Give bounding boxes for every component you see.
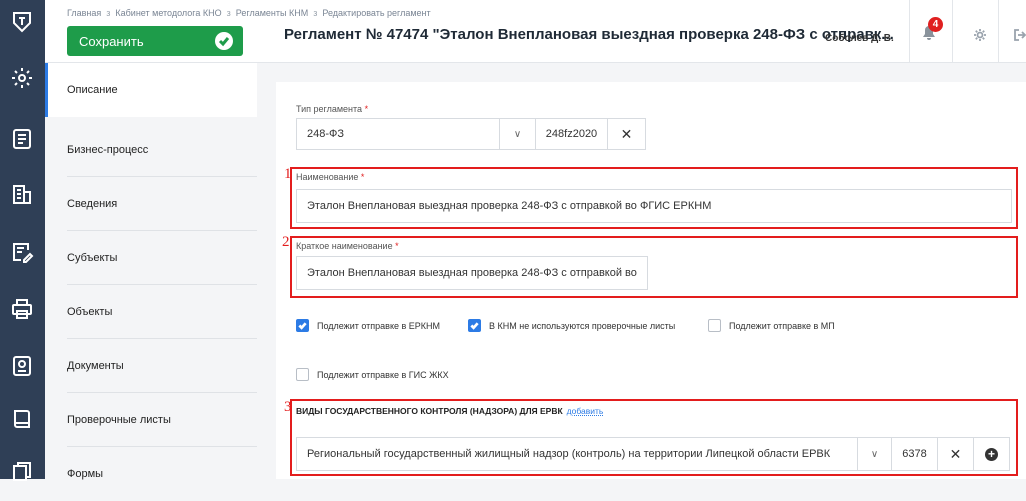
user-name[interactable]: Соболев Д. В. (825, 33, 894, 44)
nav-item-label: Формы (67, 468, 104, 480)
divider (998, 0, 999, 62)
checkbox-checked-icon[interactable] (468, 319, 481, 332)
add-link[interactable]: добавить (567, 406, 604, 416)
logout-icon[interactable] (1013, 28, 1026, 42)
type-code-field[interactable]: 248fz2020 (536, 118, 608, 150)
checkbox-checked-icon[interactable] (296, 319, 309, 332)
short-name-label: Краткое наименование * (296, 241, 399, 251)
clear-type-button[interactable]: ✕ (608, 118, 646, 150)
chevron-down-icon[interactable]: ∨ (500, 118, 536, 150)
breadcrumb-item: Редактировать регламент (322, 8, 431, 18)
nav-item-label: Документы (67, 360, 124, 372)
nav-item-checklists[interactable]: Проверочные листы (45, 393, 257, 447)
save-button[interactable]: Сохранить (67, 26, 243, 56)
page-title: Регламент № 47474 "Эталон Внеплановая вы… (284, 26, 894, 43)
annotation-number: 2 (282, 234, 290, 250)
logo-shield-icon[interactable] (8, 8, 36, 36)
plus-circle-icon: + (985, 447, 998, 461)
nav-item-label: Объекты (67, 306, 113, 318)
breadcrumb-separator: з (106, 8, 111, 18)
checkbox-label: Подлежит отправке в ГИС ЖКХ (317, 369, 449, 380)
nav-item-label: Проверочные листы (67, 414, 171, 426)
breadcrumb-item[interactable]: Регламенты КНМ (236, 8, 308, 18)
control-types-section-title: ВИДЫ ГОСУДАРСТВЕННОГО КОНТРОЛЯ (НАДЗОРА)… (296, 406, 604, 416)
checkbox-label: Подлежит отправке в ЕРКНМ (317, 320, 441, 331)
checkbox-unchecked-icon[interactable] (708, 319, 721, 332)
files-icon[interactable] (8, 458, 36, 486)
printer-icon[interactable] (8, 295, 36, 323)
checkbox-send-mp[interactable]: Подлежит отправке в МП (708, 319, 835, 332)
chevron-down-icon[interactable]: ∨ (858, 437, 892, 471)
divider (909, 0, 910, 62)
checkbox-send-erknm[interactable]: Подлежит отправке в ЕРКНМ (296, 319, 440, 332)
check-icon (215, 32, 233, 50)
breadcrumb-separator: з (313, 8, 318, 18)
clear-control-button[interactable]: ✕ (938, 437, 974, 471)
short-name-field[interactable]: Эталон Внеплановая выездная проверка 248… (296, 256, 648, 290)
checkbox-unchecked-icon[interactable] (296, 368, 309, 381)
breadcrumb-item[interactable]: Кабинет методолога КНО (115, 8, 221, 18)
building-icon[interactable] (8, 180, 36, 208)
nav-item-forms[interactable]: Формы (45, 447, 257, 501)
nav-item-business-process[interactable]: Бизнес-процесс (45, 123, 257, 177)
save-label: Сохранить (79, 33, 144, 49)
divider (952, 0, 953, 62)
nav-item-label: Описание (67, 84, 118, 96)
report-icon[interactable] (8, 352, 36, 380)
checkbox-no-checklists[interactable]: В КНМ не используются проверочные листы (468, 319, 675, 332)
notifications-button[interactable]: 4 (921, 17, 943, 45)
checklist-edit-icon[interactable] (8, 238, 36, 266)
control-code-field[interactable]: 6378 (892, 437, 938, 471)
nav-item-subjects[interactable]: Субъекты (45, 231, 257, 285)
notification-badge: 4 (928, 17, 943, 32)
nav-item-label: Субъекты (67, 252, 118, 264)
add-control-button[interactable]: + (974, 437, 1010, 471)
breadcrumb-separator: з (226, 8, 231, 18)
settings-icon[interactable] (8, 64, 36, 92)
gear-icon[interactable] (973, 28, 987, 42)
name-field[interactable]: Эталон Внеплановая выездная проверка 248… (296, 189, 1012, 223)
section-nav: Описание Бизнес-процесс Сведения Субъект… (45, 63, 257, 480)
checkbox-label: В КНМ не используются проверочные листы (489, 320, 676, 331)
nav-item-description[interactable]: Описание (45, 63, 257, 117)
icon-rail (0, 0, 45, 481)
type-select[interactable]: 248-ФЗ (296, 118, 500, 150)
nav-item-label: Бизнес-процесс (67, 144, 149, 156)
breadcrumb: Главная з Кабинет методолога КНО з Регламент… (67, 8, 431, 18)
checkbox-label: Подлежит отправке в МП (729, 320, 835, 331)
top-bar: Главная з Кабинет методолога КНО з Регламент… (45, 0, 1026, 63)
checkbox-send-gis-zhkh[interactable]: Подлежит отправке в ГИС ЖКХ (296, 368, 449, 381)
control-type-select[interactable]: Региональный государственный жилищный на… (296, 437, 858, 471)
breadcrumb-item[interactable]: Главная (67, 8, 101, 18)
type-label: Тип регламента * (296, 104, 369, 114)
document-icon[interactable] (8, 125, 36, 153)
nav-item-documents[interactable]: Документы (45, 339, 257, 393)
nav-item-info[interactable]: Сведения (45, 177, 257, 231)
nav-item-objects[interactable]: Объекты (45, 285, 257, 339)
name-label: Наименование * (296, 172, 365, 182)
nav-item-label: Сведения (67, 198, 118, 210)
book-icon[interactable] (8, 405, 36, 433)
